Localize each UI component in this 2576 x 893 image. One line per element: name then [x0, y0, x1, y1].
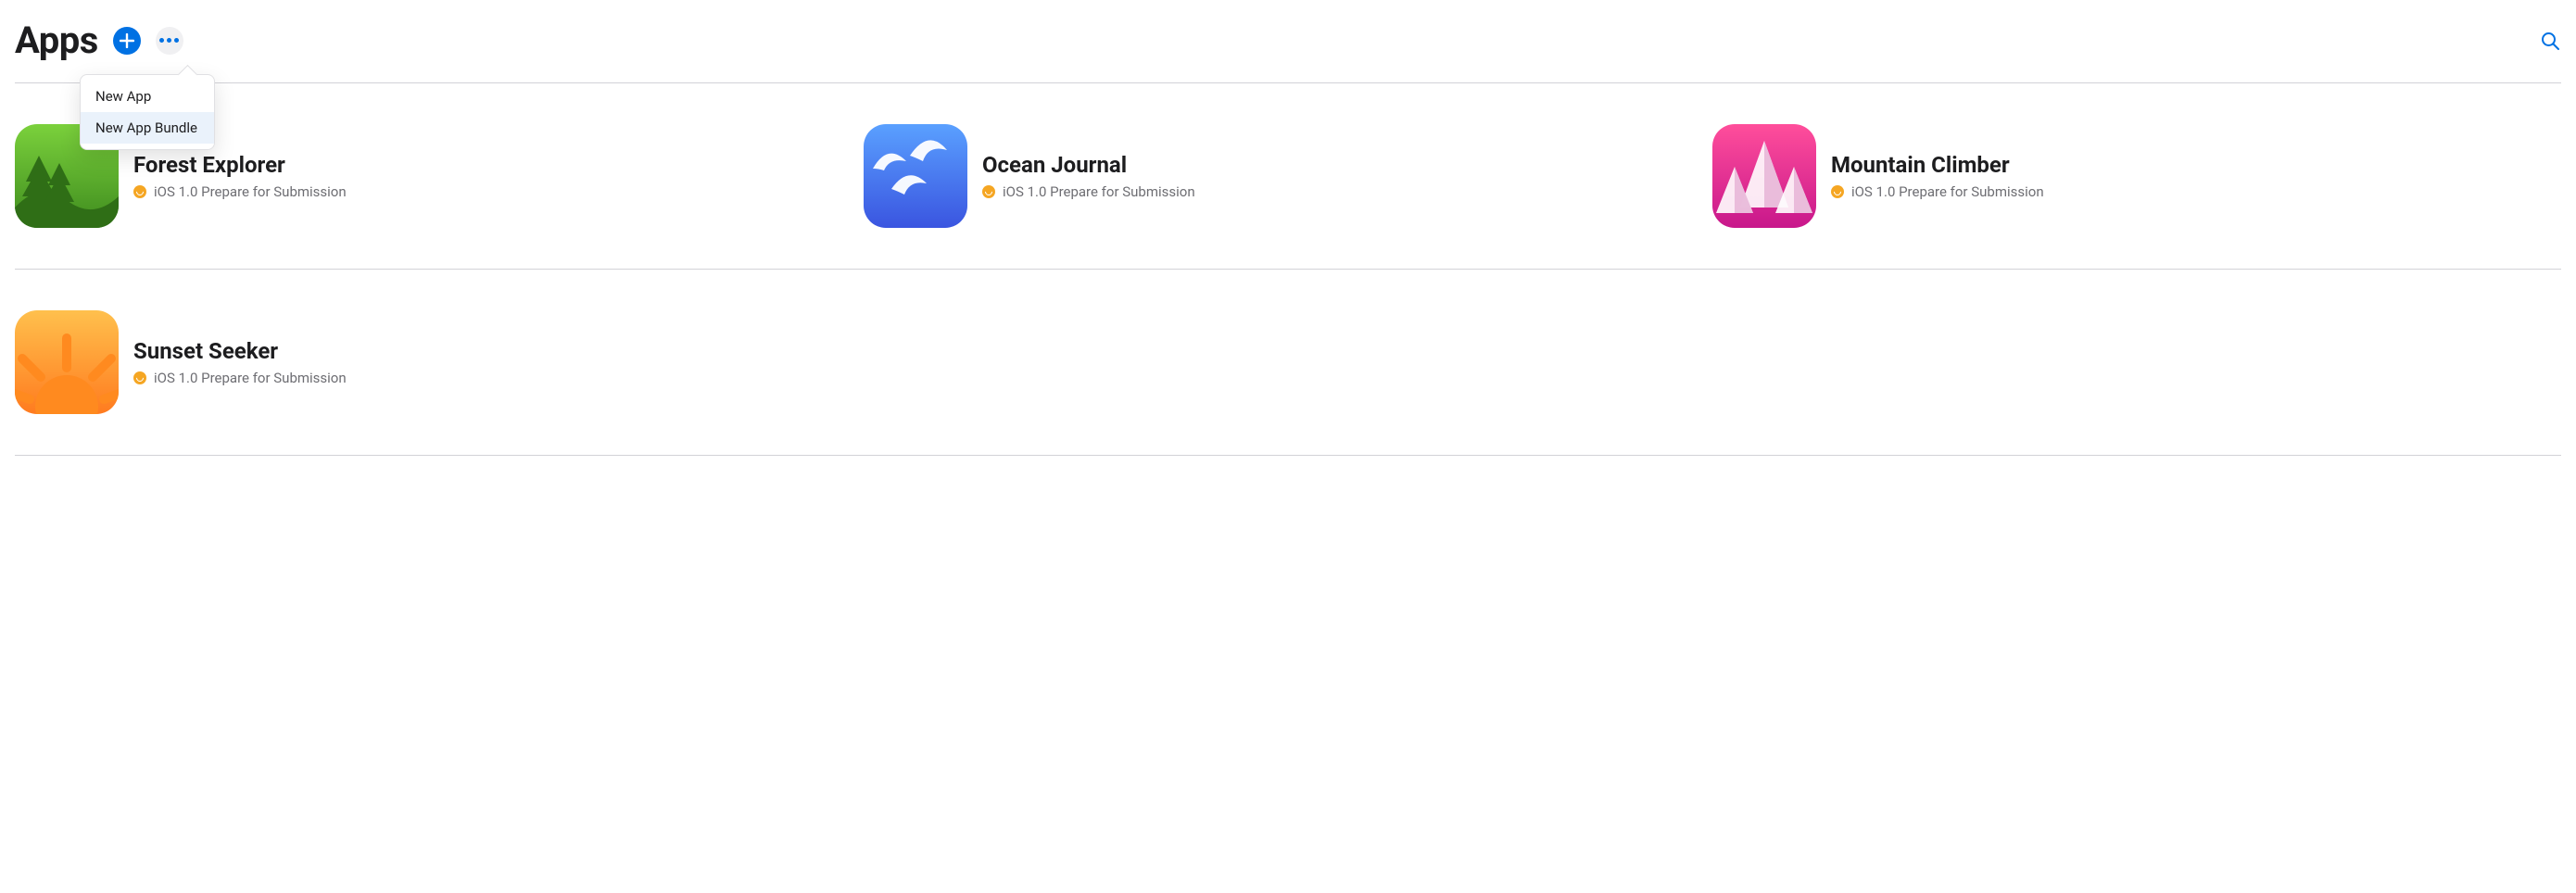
search-button[interactable] — [2539, 30, 2561, 52]
status-indicator-icon — [982, 185, 995, 198]
app-icon — [864, 124, 967, 228]
apps-grid: Forest Explorer iOS 1.0 Prepare for Subm… — [15, 83, 2561, 456]
app-meta: Mountain Climber iOS 1.0 Prepare for Sub… — [1831, 152, 2044, 200]
app-status: iOS 1.0 Prepare for Submission — [1831, 183, 2044, 200]
status-indicator-icon — [133, 185, 146, 198]
plus-icon — [120, 33, 134, 48]
app-name: Sunset Seeker — [133, 338, 347, 364]
app-status-text: iOS 1.0 Prepare for Submission — [1003, 183, 1195, 200]
app-card[interactable]: Ocean Journal iOS 1.0 Prepare for Submis… — [864, 83, 1712, 269]
app-meta: Sunset Seeker iOS 1.0 Prepare for Submis… — [133, 338, 347, 386]
more-button[interactable] — [156, 27, 183, 55]
app-name: Mountain Climber — [1831, 152, 2044, 178]
page-header: Apps New App New App Bundle — [15, 19, 2561, 83]
row-separator — [15, 455, 2561, 456]
app-card[interactable]: Sunset Seeker iOS 1.0 Prepare for Submis… — [15, 270, 864, 455]
app-icon — [1712, 124, 1816, 228]
app-status-text: iOS 1.0 Prepare for Submission — [154, 370, 347, 386]
app-status-text: iOS 1.0 Prepare for Submission — [1851, 183, 2044, 200]
app-status-text: iOS 1.0 Prepare for Submission — [154, 183, 347, 200]
status-indicator-icon — [1831, 185, 1844, 198]
search-icon — [2539, 30, 2561, 52]
dropdown-item-new-app[interactable]: New App — [81, 81, 214, 112]
app-meta: Forest Explorer iOS 1.0 Prepare for Subm… — [133, 152, 347, 200]
app-status: iOS 1.0 Prepare for Submission — [133, 183, 347, 200]
status-indicator-icon — [133, 371, 146, 384]
app-icon — [15, 310, 119, 414]
add-button[interactable] — [113, 27, 141, 55]
app-meta: Ocean Journal iOS 1.0 Prepare for Submis… — [982, 152, 1195, 200]
app-name: Forest Explorer — [133, 152, 347, 178]
add-dropdown: New App New App Bundle — [80, 74, 215, 150]
app-status: iOS 1.0 Prepare for Submission — [982, 183, 1195, 200]
ellipsis-icon — [159, 38, 179, 43]
dropdown-item-new-app-bundle[interactable]: New App Bundle — [81, 112, 214, 144]
app-name: Ocean Journal — [982, 152, 1195, 178]
app-card[interactable]: Mountain Climber iOS 1.0 Prepare for Sub… — [1712, 83, 2561, 269]
page-title: Apps — [15, 19, 98, 62]
app-status: iOS 1.0 Prepare for Submission — [133, 370, 347, 386]
